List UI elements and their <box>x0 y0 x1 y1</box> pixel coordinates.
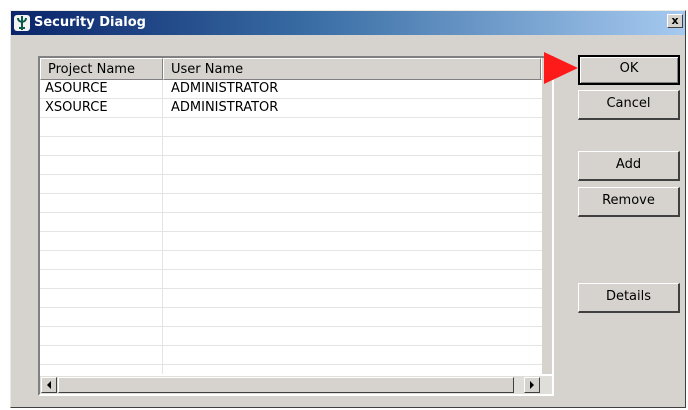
details-button[interactable]: Details <box>578 283 680 313</box>
ok-button[interactable]: OK <box>578 55 680 85</box>
empty-row <box>40 232 552 251</box>
user-name-cell: ADMINISTRATOR <box>171 81 279 96</box>
table-row[interactable]: XSOURCE ADMINISTRATOR <box>40 99 552 118</box>
arrow-right-icon <box>530 381 534 389</box>
project-name-cell: ASOURCE <box>45 81 108 96</box>
empty-row <box>40 194 552 213</box>
remove-button[interactable]: Remove <box>578 187 680 217</box>
arrow-left-icon <box>47 381 51 389</box>
add-button[interactable]: Add <box>578 151 680 181</box>
close-icon: x <box>671 14 679 27</box>
security-dialog: Security Dialog x Project Name User Name… <box>10 10 686 408</box>
empty-row <box>40 175 552 194</box>
column-header-user-name[interactable]: User Name <box>163 58 541 80</box>
scroll-left-button[interactable] <box>41 377 57 393</box>
cancel-button[interactable]: Cancel <box>578 90 680 120</box>
empty-row <box>40 270 552 289</box>
horizontal-scrollbar[interactable] <box>40 376 552 394</box>
empty-row <box>40 346 552 365</box>
column-divider <box>162 80 163 374</box>
app-icon <box>14 15 30 31</box>
scroll-right-button[interactable] <box>524 377 540 393</box>
list-header: Project Name User Name <box>40 58 552 80</box>
empty-row <box>40 137 552 156</box>
security-list[interactable]: Project Name User Name ASOURCE ADMINISTR… <box>38 56 554 396</box>
red-pointer-arrow-icon <box>544 52 578 84</box>
empty-row <box>40 289 552 308</box>
empty-row <box>40 327 552 346</box>
empty-row <box>40 118 552 137</box>
empty-row <box>40 213 552 232</box>
column-header-project-name[interactable]: Project Name <box>40 58 163 80</box>
user-name-cell: ADMINISTRATOR <box>171 100 279 115</box>
close-button[interactable]: x <box>667 14 683 28</box>
empty-row <box>40 156 552 175</box>
table-row[interactable]: ASOURCE ADMINISTRATOR <box>40 80 552 99</box>
project-name-cell: XSOURCE <box>45 100 108 115</box>
empty-row <box>40 251 552 270</box>
scroll-thumb[interactable] <box>58 377 514 393</box>
list-rows: ASOURCE ADMINISTRATOR XSOURCE ADMINISTRA… <box>40 80 552 374</box>
window-title: Security Dialog <box>34 15 146 30</box>
vertical-scrollbar-edge <box>542 58 552 374</box>
title-bar[interactable]: Security Dialog <box>11 11 685 35</box>
empty-row <box>40 308 552 327</box>
